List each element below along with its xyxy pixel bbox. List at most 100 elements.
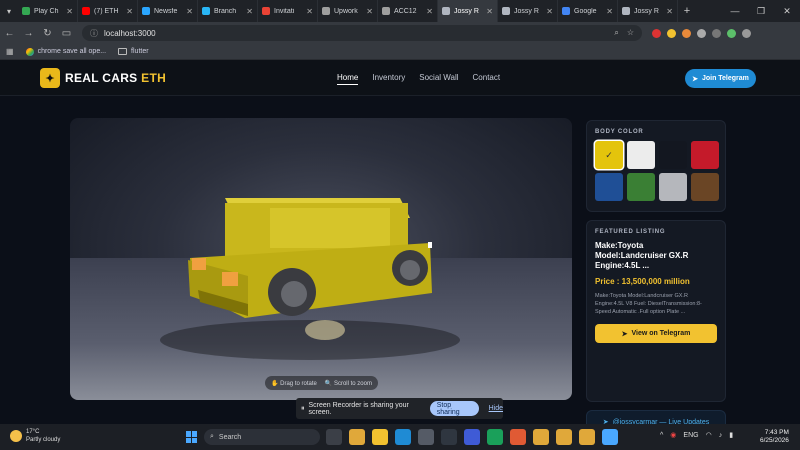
browser-tab-strip: ▾ Play Ch ✕ (7) ETH ✕ Newsfe ✕ Branch ✕ Invitati… [0, 0, 800, 22]
tray-app-icon[interactable]: ◉ [670, 431, 676, 439]
bookmark-flutter[interactable]: flutter [118, 48, 149, 55]
nav-social-wall[interactable]: Social Wall [419, 73, 458, 85]
bookmark-star-icon[interactable]: ☆ [627, 28, 634, 38]
chrome-app-icon[interactable] [349, 429, 365, 445]
browser-tab[interactable]: Google ✕ [558, 0, 618, 22]
featured-label: FEATURED LISTING [595, 229, 666, 235]
url-text: localhost:3000 [104, 28, 156, 38]
browser-tab[interactable]: Branch ✕ [198, 0, 258, 22]
browser-tab[interactable]: Invitati ✕ [258, 0, 318, 22]
color-swatch[interactable] [595, 173, 623, 201]
stop-sharing-button[interactable]: Stop sharing [429, 401, 479, 416]
color-swatch[interactable] [691, 173, 719, 201]
color-swatch[interactable] [659, 173, 687, 201]
browser-tab[interactable]: Jossy R ✕ [618, 0, 678, 22]
address-toolbar: ← → ↻ ▭ ⓘ localhost:3000 ⌕ ☆ [0, 22, 800, 44]
site-info-icon[interactable]: ⓘ [90, 28, 98, 39]
close-window-icon[interactable]: ✕ [774, 0, 800, 22]
car-model [160, 198, 460, 360]
file-explorer-icon[interactable] [372, 429, 388, 445]
hide-button[interactable]: Hide [489, 405, 503, 412]
tab-close-icon[interactable]: ✕ [606, 7, 613, 16]
language-indicator[interactable]: ENG [683, 432, 698, 439]
tab-close-icon[interactable]: ✕ [306, 7, 313, 16]
extension-icon[interactable] [667, 28, 676, 38]
color-swatch[interactable] [659, 141, 687, 169]
minimize-icon[interactable]: — [722, 0, 748, 22]
reload-icon[interactable]: ↻ [38, 28, 57, 39]
windows-start-icon[interactable] [186, 431, 198, 443]
weather-widget[interactable]: 17°C Partly cloudy [10, 428, 60, 444]
new-tab-button[interactable]: + [678, 5, 696, 17]
terminal-icon[interactable] [441, 429, 457, 445]
color-swatch[interactable] [691, 141, 719, 169]
car-3d-viewer[interactable]: ✋ Drag to rotate 🔍 Scroll to zoom [70, 118, 572, 400]
main-nav: Home Inventory Social Wall Contact [337, 73, 500, 85]
view-on-telegram-button[interactable]: ➤ View on Telegram [595, 324, 717, 343]
tab-close-icon[interactable]: ✕ [546, 7, 553, 16]
color-swatch[interactable]: ✓ [595, 141, 623, 169]
url-bar[interactable]: ⓘ localhost:3000 ⌕ ☆ [82, 25, 642, 41]
download-icon[interactable] [712, 28, 721, 38]
app-icon[interactable] [487, 429, 503, 445]
chrome-app-icon[interactable] [556, 429, 572, 445]
back-icon[interactable]: ← [0, 28, 19, 39]
maximize-icon[interactable]: ❐ [748, 0, 774, 22]
listing-price: Price : 13,500,000 million [595, 277, 690, 286]
zoom-icon[interactable]: ⌕ [614, 28, 618, 38]
tab-close-icon[interactable]: ✕ [66, 7, 73, 16]
forward-icon[interactable]: → [19, 28, 38, 39]
color-swatch[interactable] [627, 141, 655, 169]
taskbar-search[interactable]: ⌕ Search [204, 429, 320, 445]
tab-close-icon[interactable]: ✕ [186, 7, 193, 16]
apps-grid-icon[interactable]: ▦ [6, 47, 14, 56]
browser-tab[interactable]: Play Ch ✕ [18, 0, 78, 22]
tab-close-icon[interactable]: ✕ [666, 7, 673, 16]
tab-close-icon[interactable]: ✕ [366, 7, 373, 16]
sidebar-icon[interactable]: ▭ [57, 28, 76, 39]
browser-tab[interactable]: Jossy R ✕ [438, 0, 498, 22]
app-icon[interactable] [602, 429, 618, 445]
edge-icon[interactable] [395, 429, 411, 445]
tab-favicon-icon [562, 7, 570, 15]
tab-close-icon[interactable]: ✕ [486, 7, 493, 16]
extension-icon[interactable] [682, 28, 691, 38]
app-icon[interactable] [510, 429, 526, 445]
wifi-icon[interactable]: ◠ [706, 431, 712, 439]
chevron-up-icon[interactable]: ^ [660, 432, 663, 439]
chrome-app-icon[interactable] [533, 429, 549, 445]
volume-icon[interactable]: ♪ [719, 432, 723, 439]
nav-home[interactable]: Home [337, 73, 359, 85]
battery-icon[interactable]: ▮ [729, 431, 733, 439]
tab-close-icon[interactable]: ✕ [426, 7, 433, 16]
taskbar-search-label: Search [218, 433, 242, 441]
app-icon[interactable] [418, 429, 434, 445]
browser-tab[interactable]: Upwork ✕ [318, 0, 378, 22]
browser-tab[interactable]: ACC12 ✕ [378, 0, 438, 22]
profile-avatar[interactable] [727, 28, 736, 38]
join-telegram-button[interactable]: ➤ Join Telegram [685, 69, 756, 88]
bookmark-chrome-save[interactable]: chrome save all ope... [25, 47, 106, 56]
view-on-telegram-label: View on Telegram [631, 330, 691, 337]
nav-inventory[interactable]: Inventory [372, 73, 405, 85]
nav-contact[interactable]: Contact [473, 73, 501, 85]
app-icon[interactable] [464, 429, 480, 445]
site-logo[interactable]: ✦ REAL CARS ETH [40, 68, 166, 88]
logo-text: REAL CARS ETH [65, 71, 166, 85]
tab-favicon-icon [202, 7, 210, 15]
puzzle-icon[interactable] [697, 28, 706, 38]
menu-kebab-icon[interactable] [742, 28, 751, 38]
tab-close-icon[interactable]: ✕ [246, 7, 253, 16]
telegram-icon: ➤ [692, 75, 698, 83]
chrome-app-icon[interactable] [579, 429, 595, 445]
clock[interactable]: 7:43 PM 6/25/2026 [760, 429, 789, 445]
telegram-icon: ➤ [621, 330, 628, 338]
tab-close-icon[interactable]: ✕ [126, 7, 133, 16]
task-view-icon[interactable] [326, 429, 342, 445]
browser-tab[interactable]: (7) ETH ✕ [78, 0, 138, 22]
browser-tab[interactable]: Newsfe ✕ [138, 0, 198, 22]
browser-tab[interactable]: Jossy R ✕ [498, 0, 558, 22]
color-swatch[interactable] [627, 173, 655, 201]
tab-search-icon[interactable]: ▾ [0, 0, 18, 22]
extension-icon[interactable] [652, 28, 661, 38]
